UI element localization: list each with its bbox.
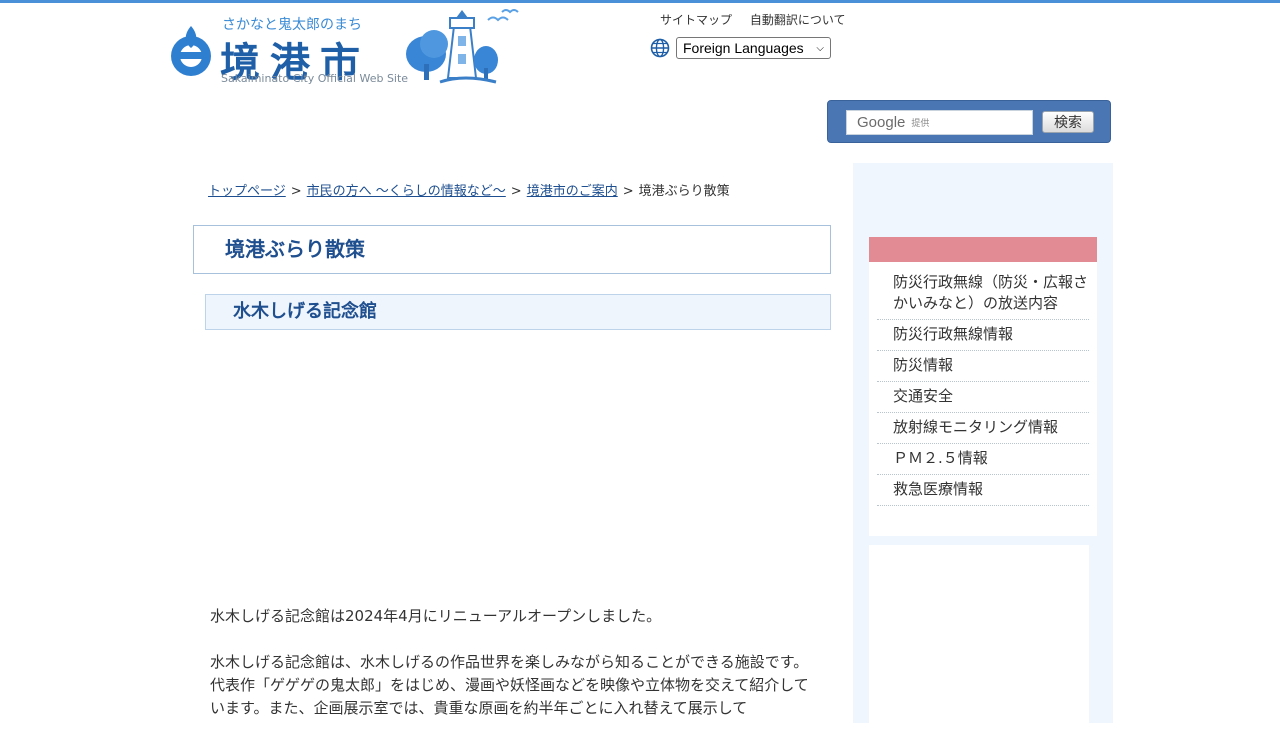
top-accent-bar [0,0,1280,3]
language-dropdown-value: Foreign Languages [683,40,804,56]
sidebar-item-radio-info[interactable]: 防災行政無線情報 [877,320,1089,351]
breadcrumb: トップページ > 市民の方へ 〜くらしの情報など〜 > 境港市のご案内 > 境港ぶらり散策 [208,180,730,199]
sidebar-header [869,237,1097,262]
breadcrumb-separator: > [510,184,522,199]
city-emblem-icon [171,26,211,76]
sidebar-item-traffic-safety[interactable]: 交通安全 [877,382,1089,413]
site-logo[interactable]: さかなと鬼太郎のまち 境港市 Sakaiminato City Official… [168,9,528,92]
content-paragraph: 水木しげる記念館は、水木しげるの作品世界を楽しみながら知ることができる施設です。… [210,653,809,717]
breadcrumb-citizens[interactable]: 市民の方へ 〜くらしの情報など〜 [307,184,506,199]
sidebar-item-pm25[interactable]: ＰＭ２.５情報 [877,444,1089,475]
globe-icon [650,38,670,58]
sidebar-item-broadcast[interactable]: 防災行政無線（防災・広報さかいみなと）の放送内容 [877,268,1089,320]
google-brand: Google [857,114,906,131]
sitemap-link[interactable]: サイトマップ [660,13,732,27]
lighthouse-illustration-icon [406,9,519,84]
breadcrumb-top[interactable]: トップページ [208,184,286,199]
auto-translate-link[interactable]: 自動翻訳について [750,13,846,27]
sidebar-item-emergency-medical[interactable]: 救急医療情報 [877,475,1089,506]
language-selector: Foreign Languages ⌵ [650,37,831,59]
site-search: Google 提供 検索 [827,100,1111,143]
section-title: 水木しげる記念館 [205,294,831,330]
search-input[interactable]: Google 提供 [846,110,1033,135]
main-content: 水木しげる記念館は2024年4月にリニューアルオープンしました。 水木しげる記念… [210,605,820,743]
language-dropdown[interactable]: Foreign Languages ⌵ [676,37,831,59]
content-paragraph: 水木しげる記念館は2024年4月にリニューアルオープンしました。 [210,607,662,625]
breadcrumb-city-guide[interactable]: 境港市のご案内 [527,184,618,199]
chevron-down-icon: ⌵ [816,42,824,54]
page-title: 境港ぶらり散策 [193,225,831,274]
sidebar-item-radiation[interactable]: 放射線モニタリング情報 [877,413,1089,444]
utility-links: サイトマップ 自動翻訳について [660,11,860,28]
search-button[interactable]: 検索 [1042,111,1094,133]
sidebar-panel [869,545,1089,725]
logo-subtitle: Sakaiminato City Official Web Site [221,72,409,85]
sidebar-menu: 防災行政無線（防災・広報さかいみなと）の放送内容 防災行政無線情報 防災情報 交… [869,262,1097,536]
breadcrumb-separator: > [290,184,302,199]
breadcrumb-separator: > [622,184,634,199]
google-brand-sub: 提供 [911,118,930,128]
breadcrumb-current: 境港ぶらり散策 [638,184,730,199]
sidebar-item-disaster-info[interactable]: 防災情報 [877,351,1089,382]
